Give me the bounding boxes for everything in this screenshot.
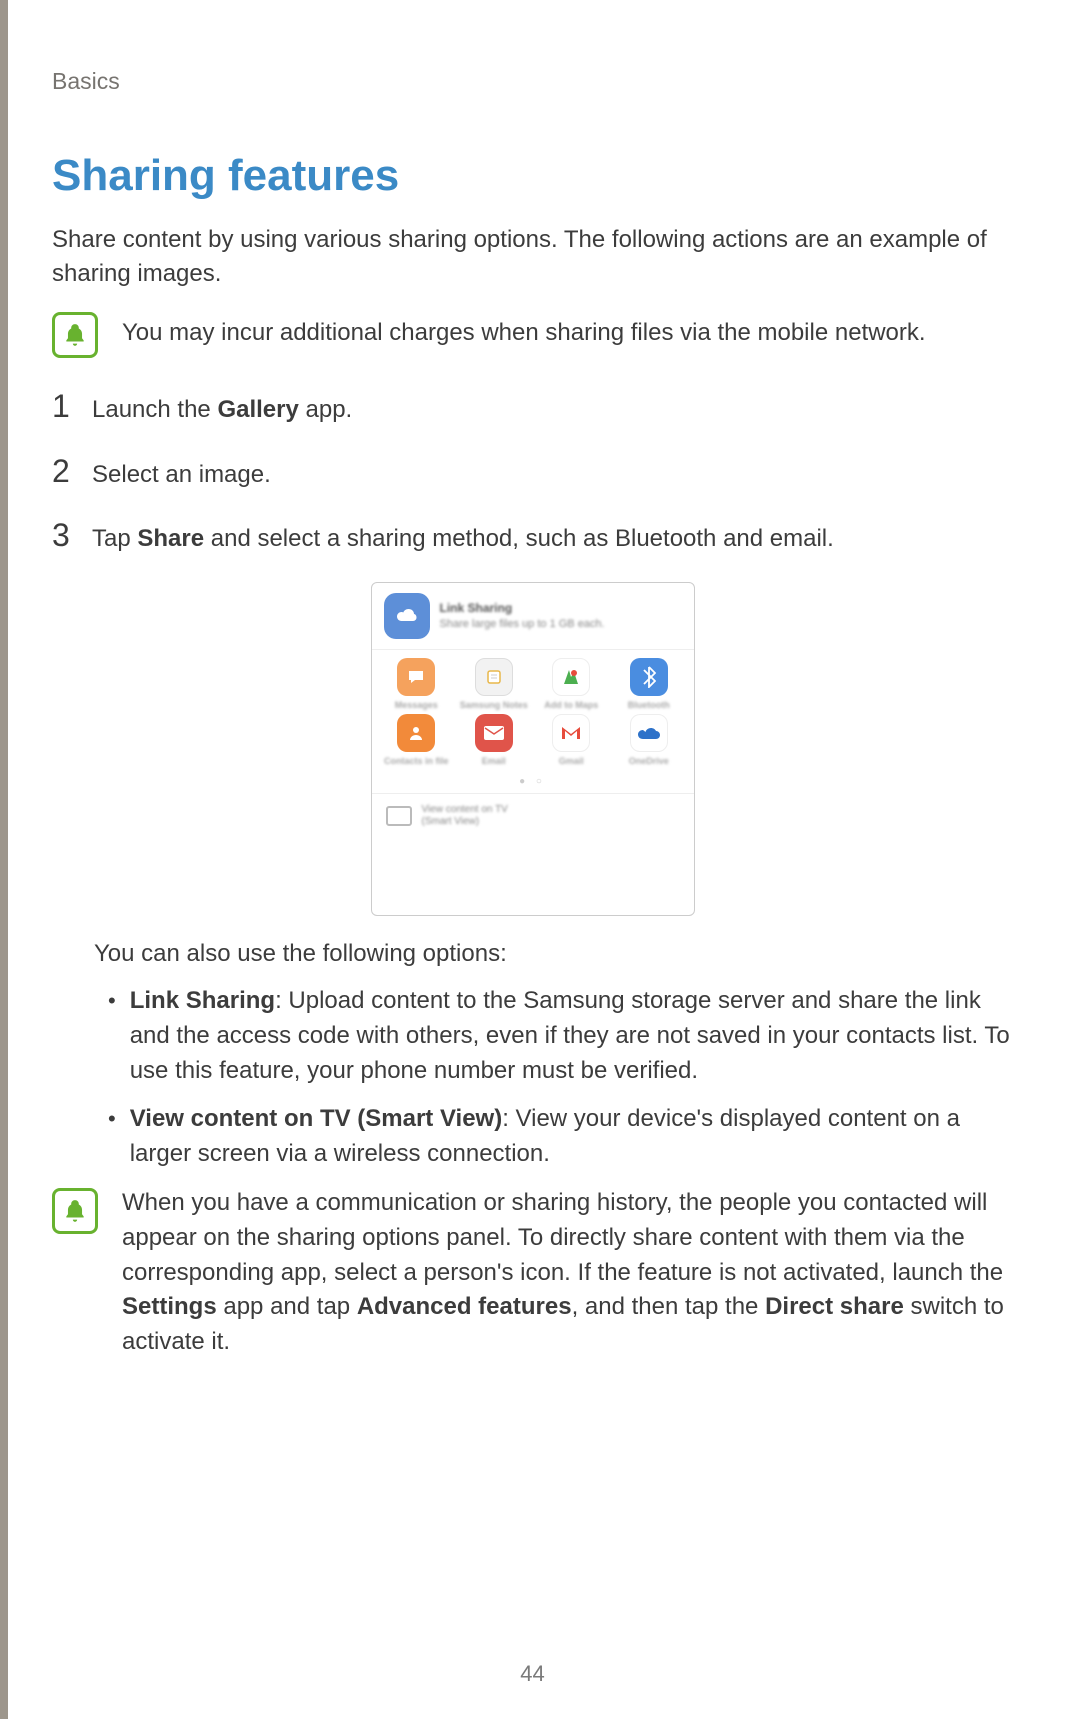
ss-app-email: Email (455, 714, 533, 766)
follow-options-text: You can also use the following options: (94, 940, 1013, 968)
n2p3: , and then tap the (572, 1293, 766, 1320)
bell-icon (52, 1188, 98, 1234)
step-text: Tap Share and select a sharing method, s… (92, 522, 834, 556)
tv-icon (386, 806, 412, 826)
page-title: Sharing features (52, 151, 1013, 201)
ss-app-contacts: Contacts in file (378, 714, 456, 766)
page-left-border (0, 0, 8, 1719)
ss-app-grid: Messages Samsung Notes Add to Maps Bluet… (372, 650, 694, 770)
ss-top-sub: Share large files up to 1 GB each. (440, 617, 605, 632)
n2p2: app and tap (217, 1293, 357, 1320)
n2p1: When you have a communication or sharing… (122, 1189, 1003, 1286)
bell-icon (52, 312, 98, 358)
step-post: and select a sharing method, such as Blu… (204, 525, 834, 552)
step-number: 1 (52, 388, 76, 425)
bullet-smart-view: • View content on TV (Smart View): View … (108, 1102, 1013, 1172)
n2b2: Advanced features (357, 1293, 572, 1320)
cloud-icon (384, 593, 430, 639)
bullet-bold: View content on TV (Smart View) (130, 1105, 503, 1132)
step-1: 1 Launch the Gallery app. (52, 388, 1013, 427)
step-post: app. (299, 396, 352, 423)
step-2: 2 Select an image. (52, 453, 1013, 492)
ss-link-sharing-row: Link Sharing Share large files up to 1 G… (372, 583, 694, 650)
bullet-text: View content on TV (Smart View): View yo… (130, 1102, 1013, 1172)
bullet-dot: • (108, 984, 116, 1088)
ss-top-text: Link Sharing Share large files up to 1 G… (440, 600, 605, 632)
note-text-2: When you have a communication or sharing… (122, 1186, 1013, 1360)
n2b3: Direct share (765, 1293, 904, 1320)
bullet-dot: • (108, 1102, 116, 1172)
ss-app-messages: Messages (378, 658, 456, 710)
step-bold: Gallery (217, 396, 298, 423)
bullet-list: • Link Sharing: Upload content to the Sa… (108, 984, 1013, 1172)
step-number: 3 (52, 517, 76, 554)
note-callout-2: When you have a communication or sharing… (52, 1186, 1013, 1360)
ss-app-onedrive: OneDrive (610, 714, 688, 766)
bullet-text: Link Sharing: Upload content to the Sams… (130, 984, 1013, 1088)
page-content: Basics Sharing features Share content by… (0, 0, 1065, 1360)
ss-app-maps: Add to Maps (533, 658, 611, 710)
section-label: Basics (52, 68, 1013, 95)
bullet-bold: Link Sharing (130, 987, 275, 1014)
step-text: Launch the Gallery app. (92, 393, 352, 427)
ss-app-gmail: Gmail (533, 714, 611, 766)
ss-app-bluetooth: Bluetooth (610, 658, 688, 710)
intro-paragraph: Share content by using various sharing o… (52, 223, 1013, 290)
bullet-link-sharing: • Link Sharing: Upload content to the Sa… (108, 984, 1013, 1088)
step-number: 2 (52, 453, 76, 490)
step-pre: Select an image. (92, 461, 271, 488)
share-panel-screenshot: Link Sharing Share large files up to 1 G… (371, 582, 695, 916)
ss-smartview-row: View content on TV (Smart View) (372, 793, 694, 838)
ss-top-title: Link Sharing (440, 600, 605, 617)
note-text-1: You may incur additional charges when sh… (122, 310, 926, 350)
step-pre: Launch the (92, 396, 217, 423)
n2b1: Settings (122, 1293, 217, 1320)
ss-page-dots: ● ○ (372, 770, 694, 793)
ss-bottom-text: View content on TV (Smart View) (422, 804, 508, 828)
step-3: 3 Tap Share and select a sharing method,… (52, 517, 1013, 556)
ss-app-notes: Samsung Notes (455, 658, 533, 710)
step-text: Select an image. (92, 458, 271, 492)
note-callout-1: You may incur additional charges when sh… (52, 310, 1013, 358)
step-bold: Share (137, 525, 204, 552)
page-number: 44 (0, 1661, 1065, 1687)
steps-list: 1 Launch the Gallery app. 2 Select an im… (52, 388, 1013, 556)
step-pre: Tap (92, 525, 137, 552)
